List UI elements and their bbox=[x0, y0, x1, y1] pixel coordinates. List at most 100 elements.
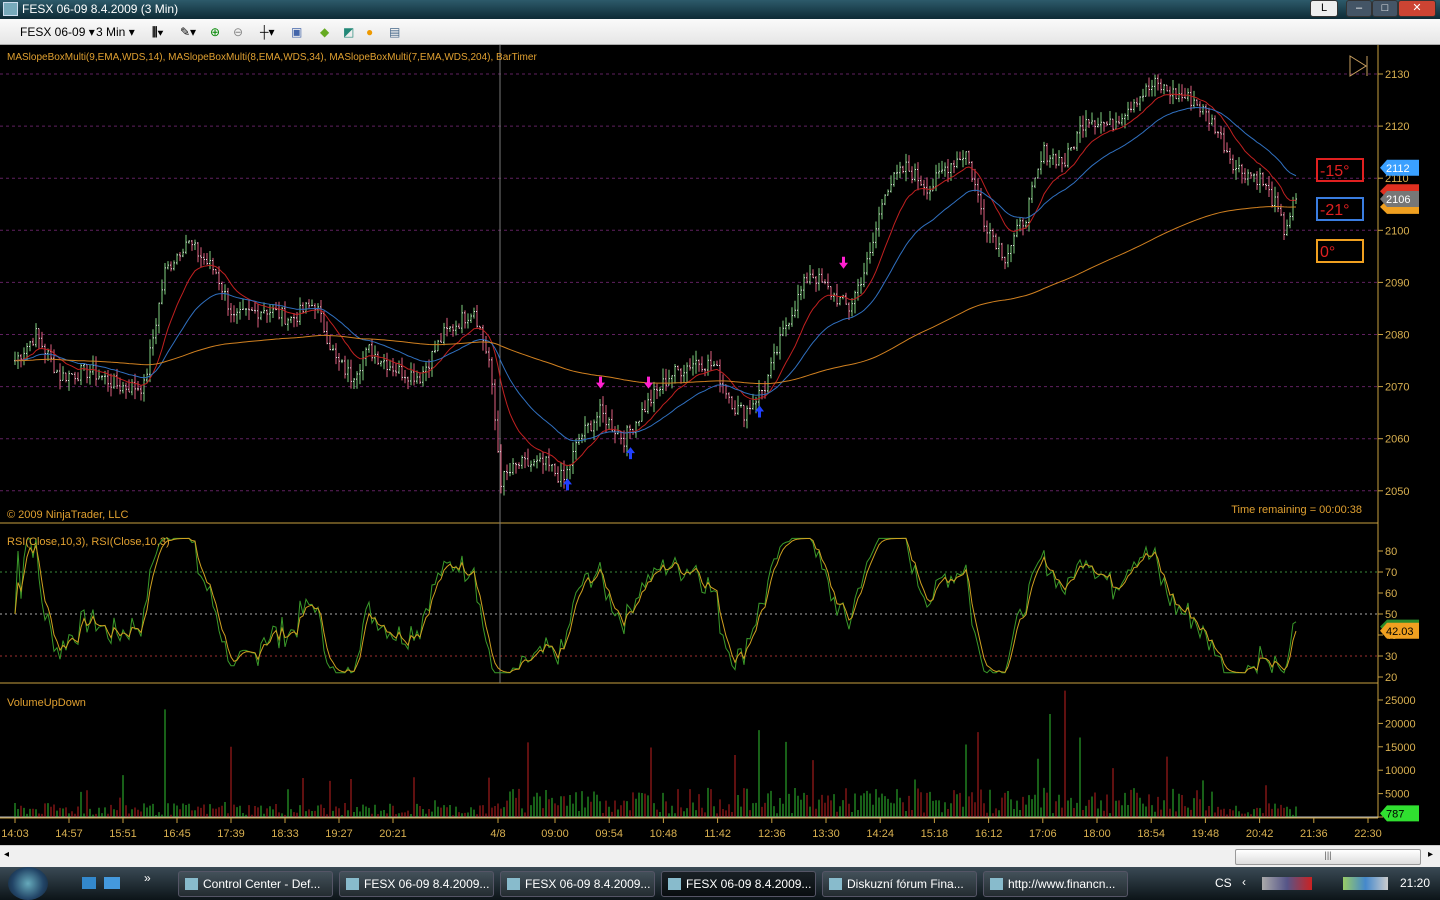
slope-box-label: -21° bbox=[1320, 202, 1350, 219]
time-axis-label: 17:39 bbox=[217, 828, 245, 840]
indicators-icon[interactable]: ◩ bbox=[343, 24, 354, 40]
time-axis-label: 14:57 bbox=[55, 828, 83, 840]
clock[interactable]: 21:20 bbox=[1400, 876, 1430, 890]
taskbar-item-label: FESX 06-09 8.4.2009... bbox=[525, 877, 651, 891]
last-price-marker-label: 2106 bbox=[1386, 194, 1410, 206]
copyright-label: © 2009 NinjaTrader, LLC bbox=[7, 509, 128, 521]
more-icon[interactable]: » bbox=[144, 871, 151, 885]
rsi-tick-label: 70 bbox=[1385, 567, 1397, 579]
time-axis-label: 19:27 bbox=[325, 828, 353, 840]
crosshair-icon[interactable]: ┼▾ bbox=[260, 24, 275, 40]
time-axis-label: 17:06 bbox=[1029, 828, 1057, 840]
time-axis-label: 18:54 bbox=[1137, 828, 1165, 840]
time-axis-label: 12:36 bbox=[758, 828, 786, 840]
chart-toolbar: FESX 06-09 ▾ 3 Min ▾ ⫼▾ ✎▾ ⊕ ⊖ ┼▾ ▣ ◆ ◩ … bbox=[0, 19, 1440, 45]
maximize-button[interactable]: □ bbox=[1372, 0, 1398, 17]
chart-canvas: 2050206020702080209021002110212021302030… bbox=[0, 45, 1419, 840]
strategy-icon[interactable]: ◆ bbox=[320, 24, 329, 40]
price-tick-label: 2090 bbox=[1385, 277, 1409, 289]
rsi-tick-label: 80 bbox=[1385, 546, 1397, 558]
browser-icon bbox=[829, 878, 842, 890]
time-axis-label: 10:48 bbox=[650, 828, 678, 840]
taskbar-item[interactable]: FESX 06-09 8.4.2009... bbox=[500, 871, 655, 897]
volume-tick-label: 10000 bbox=[1385, 765, 1416, 777]
language-indicator[interactable]: CS bbox=[1215, 876, 1232, 890]
time-axis-label: 09:00 bbox=[541, 828, 569, 840]
zoom-in-icon[interactable]: ⊕ bbox=[210, 24, 220, 40]
volume-value-marker-label: 787 bbox=[1386, 808, 1404, 820]
time-axis-label: 15:18 bbox=[921, 828, 949, 840]
ema-34-price-marker-label: 2112 bbox=[1386, 163, 1410, 175]
data-box-icon[interactable]: ▤ bbox=[389, 24, 400, 40]
taskbar-item-label: Control Center - Def... bbox=[203, 877, 321, 891]
rsi-value-marker-label: 42.03 bbox=[1386, 626, 1414, 638]
properties-icon[interactable]: ▣ bbox=[291, 24, 302, 40]
rsi-tick-label: 20 bbox=[1385, 672, 1397, 684]
order-icon[interactable]: ● bbox=[366, 24, 373, 40]
time-axis-label: 13:30 bbox=[812, 828, 840, 840]
scroll-right-icon[interactable]: ▸ bbox=[1428, 849, 1433, 860]
price-tick-label: 2120 bbox=[1385, 121, 1409, 133]
rsi-smoothed-line bbox=[14, 537, 1297, 674]
minimize-button[interactable]: – bbox=[1346, 0, 1372, 17]
slope-box-label: -15° bbox=[1320, 163, 1350, 180]
start-button[interactable] bbox=[8, 867, 48, 900]
taskbar-item[interactable]: FESX 06-09 8.4.2009... bbox=[339, 871, 494, 897]
taskbar-item[interactable]: http://www.financn... bbox=[983, 871, 1128, 897]
scrollbar-thumb[interactable]: ||| bbox=[1235, 849, 1421, 865]
time-axis-label: 22:30 bbox=[1354, 828, 1382, 840]
horizontal-scrollbar[interactable]: ◂ ||| ▸ bbox=[0, 845, 1440, 867]
chevron-down-icon: ▾ bbox=[128, 25, 135, 39]
price-tick-label: 2060 bbox=[1385, 434, 1409, 446]
sell-arrow-icon bbox=[839, 256, 848, 269]
time-axis-label: 14:24 bbox=[866, 828, 894, 840]
system-tray-icons[interactable] bbox=[1343, 877, 1388, 890]
time-axis-label: 19:48 bbox=[1192, 828, 1220, 840]
time-axis-label: 20:21 bbox=[379, 828, 407, 840]
ema-14-line bbox=[14, 93, 1297, 466]
instrument-selector[interactable]: FESX 06-09 ▾ bbox=[20, 24, 95, 40]
taskbar-item-label: Diskuzní fórum Fina... bbox=[847, 877, 964, 891]
instrument-label: FESX 06-09 bbox=[20, 25, 86, 39]
scroll-left-icon[interactable]: ◂ bbox=[4, 849, 9, 860]
volume-tick-label: 25000 bbox=[1385, 695, 1416, 707]
time-axis-label: 16:45 bbox=[163, 828, 191, 840]
switch-windows-icon[interactable] bbox=[104, 877, 120, 889]
rsi-line bbox=[14, 537, 1297, 675]
taskbar: » Control Center - Def... FESX 06-09 8.4.… bbox=[0, 867, 1440, 900]
tray-expand-icon[interactable]: ‹ bbox=[1242, 875, 1246, 889]
time-axis-label: 18:00 bbox=[1083, 828, 1111, 840]
interval-selector[interactable]: 3 Min ▾ bbox=[96, 24, 135, 40]
chart-area[interactable]: 2050 2060 2070 2080 2090 2100 2110 2120 2130 20 30… bbox=[0, 45, 1440, 845]
price-tick-label: 2100 bbox=[1385, 225, 1409, 237]
control-center-icon bbox=[185, 878, 198, 890]
sell-arrow-icon bbox=[596, 376, 605, 389]
taskbar-item[interactable]: FESX 06-09 8.4.2009... bbox=[661, 871, 816, 897]
rsi-tick-label: 30 bbox=[1385, 651, 1397, 663]
title-bar: FESX 06-09 8.4.2009 (3 Min) L – □ ✕ bbox=[0, 0, 1440, 19]
price-tick-label: 2130 bbox=[1385, 69, 1409, 81]
volume-tick-label: 5000 bbox=[1385, 789, 1409, 801]
volume-label: VolumeUpDown bbox=[7, 697, 86, 709]
time-axis-label: 11:42 bbox=[704, 828, 731, 840]
app-icon bbox=[3, 2, 18, 16]
ema-204-line bbox=[14, 205, 1297, 385]
tray-icons[interactable] bbox=[1262, 877, 1312, 890]
drawing-tool-icon[interactable]: ✎▾ bbox=[180, 24, 196, 40]
window-title: FESX 06-09 8.4.2009 (3 Min) bbox=[22, 2, 179, 16]
bar-type-icon[interactable]: ⫼▾ bbox=[152, 24, 163, 40]
time-axis-label: 21:36 bbox=[1300, 828, 1328, 840]
rsi-tick-label: 60 bbox=[1385, 588, 1397, 600]
time-axis-label: 09:54 bbox=[595, 828, 623, 840]
rsi-tick-label: 50 bbox=[1385, 609, 1397, 621]
show-desktop-icon[interactable] bbox=[82, 877, 96, 889]
close-button[interactable]: ✕ bbox=[1398, 0, 1436, 17]
taskbar-item[interactable]: Diskuzní fórum Fina... bbox=[822, 871, 977, 897]
slope-box-label: 0° bbox=[1320, 244, 1335, 261]
volume-tick-label: 20000 bbox=[1385, 718, 1416, 730]
taskbar-item[interactable]: Control Center - Def... bbox=[178, 871, 333, 897]
time-axis-label: 4/8 bbox=[490, 828, 505, 840]
link-button[interactable]: L bbox=[1310, 0, 1338, 17]
zoom-out-icon[interactable]: ⊖ bbox=[233, 24, 243, 40]
taskbar-item-label: FESX 06-09 8.4.2009... bbox=[686, 877, 812, 891]
